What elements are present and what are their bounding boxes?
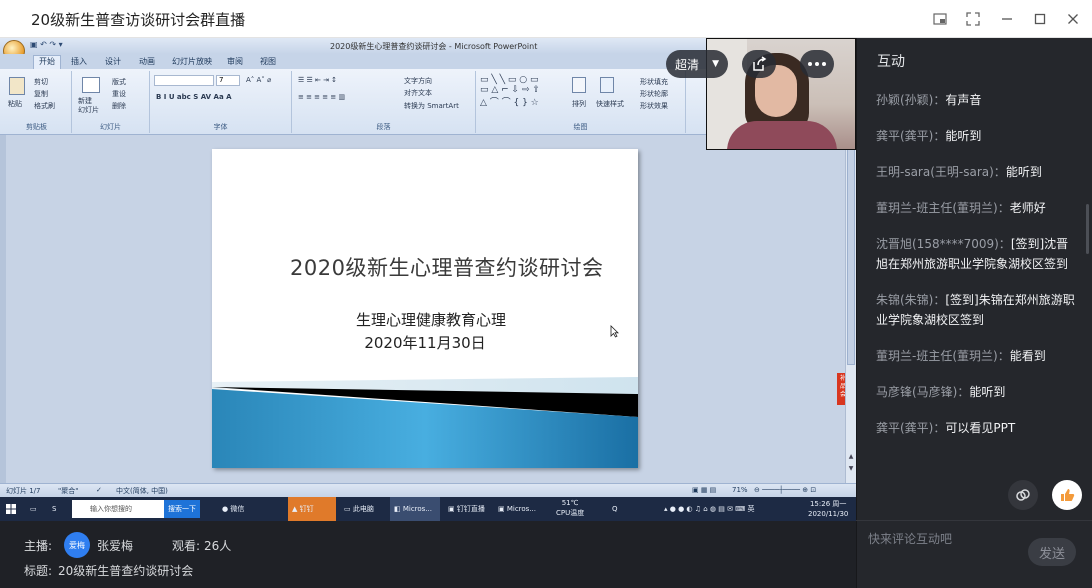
close-icon[interactable]	[1063, 9, 1083, 29]
chat-message: 孙颖(孙颖)：有声音	[876, 93, 982, 107]
taskbar-search-button: 搜索一下	[164, 500, 200, 518]
cpu-temperature: 51℃ CPU温度	[556, 499, 585, 517]
ppt-tab-view: 视图	[260, 57, 276, 66]
quick-styles-icon	[600, 77, 614, 93]
font-grow-icon: A˄ A˅ ⌀	[246, 76, 272, 84]
quality-selector[interactable]: 超清 ▼	[666, 50, 728, 78]
ppt-tab-design: 设计	[105, 57, 121, 66]
slide-number: 幻灯片 1/7	[6, 487, 41, 495]
ppt-tab-review: 审阅	[227, 57, 243, 66]
slide-date: 2020年11月30日	[364, 334, 486, 352]
host-label: 主播:	[24, 539, 53, 553]
font-name-box	[154, 75, 214, 86]
zoom-slider-icon: ⊖ ────┼──── ⊕ ⊡	[754, 486, 817, 494]
task-view-icon: ▭	[30, 505, 37, 513]
chat-message: 董玥兰-班主任(董玥兰)：能看到	[876, 349, 1046, 363]
list-icons: ☰ ☰ ⇤ ⇥ ↕	[298, 76, 338, 84]
ribbon-group-slides: 新建 幻灯片 版式 重设 删除 幻灯片	[72, 71, 150, 133]
system-tray-icons: ▴ ● ● ◐ ♫ ⌂ ◍ ▤ ✉ ⌨ 英	[664, 505, 755, 513]
paste-icon	[9, 77, 25, 95]
live-video[interactable]: 2020级新生心理普查约谈研讨会 - Microsoft PowerPoint …	[0, 38, 856, 521]
zoom-level: 71%	[732, 486, 748, 494]
ppt-statusbar: 幻灯片 1/7 "聚合" ✓ 中文(简体, 中国) ▣ ▦ ▤ 71% ⊖ ──…	[0, 483, 856, 497]
format-painter-label: 格式刷	[34, 102, 55, 110]
app-s-icon: S	[52, 505, 57, 513]
maximize-icon[interactable]	[1030, 9, 1050, 29]
like-icon[interactable]	[1052, 480, 1082, 510]
host-avatar: 爱梅	[64, 532, 90, 558]
presenter-camera	[706, 38, 856, 150]
viewers-label: 观看:	[172, 539, 201, 553]
chat-message: 王明-sara(王明-sara)：能听到	[876, 165, 1042, 179]
viewers-count: 26人	[204, 539, 232, 553]
taskbar-microsoft: ▣ Micros...	[498, 505, 537, 513]
ribbon-group-paragraph: ☰ ☰ ⇤ ⇥ ↕ ≡ ≡ ≡ ≡ ≡ ▥ 文字方向 对齐文本 转换为 Smar…	[292, 71, 476, 133]
taskbar-this-pc: ▭ 此电脑	[344, 505, 374, 513]
send-button[interactable]: 发送	[1028, 538, 1076, 566]
minimize-icon[interactable]	[997, 9, 1017, 29]
ppt-window-title: 2020级新生心理普查约谈研讨会 - Microsoft PowerPoint	[330, 42, 538, 51]
taskbar-dingtalk-live: ▣ 钉钉直播	[448, 505, 485, 513]
slide-title: 2020级新生心理普查约谈研讨会	[290, 256, 604, 280]
chat-message: 董玥兰-班主任(董玥兰)：老师好	[876, 201, 1046, 215]
taskbar-dingtalk: ▲ 钉钉	[288, 497, 336, 521]
copy-label: 复制	[34, 90, 48, 98]
chat-message: 龚平(龚平)：可以看见PPT	[876, 421, 1016, 435]
taskbar-wechat: ● 微信	[222, 505, 245, 513]
share-icon[interactable]	[742, 50, 776, 78]
window-titlebar: 20级新生普查访谈研讨会群直播	[0, 0, 1092, 38]
ppt-tab-slideshow: 幻灯片放映	[172, 57, 212, 66]
theme-name: "聚合"	[58, 487, 79, 495]
windows-taskbar: ▭ S 输入你想搜的 搜索一下 ● 微信 ▲ 钉钉 ▭ 此电脑 ◧ Micros…	[0, 497, 856, 521]
arrange-icon	[572, 77, 586, 93]
panel-title: 互动	[877, 54, 905, 70]
slide-subtitle: 生理心理健康教育心理	[355, 311, 506, 329]
caret-down-icon: ▼	[712, 59, 719, 69]
link-icon[interactable]	[1008, 480, 1038, 510]
topic-label: 标题:	[24, 564, 53, 578]
topic-text: 20级新生普查约谈研讨会	[58, 564, 194, 578]
picture-in-picture-icon[interactable]	[930, 9, 950, 29]
more-options-icon[interactable]	[800, 50, 834, 78]
shapes-gallery-icon: ▭ ╲ ╲ ▭ ○ ▭ ▭ △ ⌐ ⇩ ⇨ ⇧ △ ⌒ ⌒ { } ☆	[480, 75, 540, 108]
ppt-tab-animation: 动画	[139, 57, 155, 66]
align-icons: ≡ ≡ ≡ ≡ ≡ ▥	[298, 93, 346, 101]
chat-message: 朱锦(朱锦)：[签到]朱锦在郑州旅游职业学院象湖校区签到	[876, 293, 1075, 327]
quick-access-icons: ▣ ↶ ↷ ▾	[30, 40, 63, 49]
spellcheck-icon: ✓	[96, 486, 102, 494]
chat-message: 马彦锋(马彦锋)：能听到	[876, 385, 1006, 399]
mouse-cursor-icon	[610, 325, 619, 341]
new-slide-icon	[82, 77, 100, 93]
view-buttons-icon: ▣ ▦ ▤	[692, 486, 717, 494]
taskbar-powerpoint: ◧ Micros...	[390, 497, 440, 521]
app-q-icon: Q	[612, 505, 618, 513]
host-name: 张爱梅	[97, 539, 134, 553]
chat-message: 沈晋旭(158****7009)：[签到]沈晋旭在郑州旅游职业学院象湖校区签到	[876, 237, 1069, 271]
chat-message: 龚平(龚平)：能听到	[876, 129, 982, 143]
slide: 2020级新生心理普查约谈研讨会 生理心理健康教育心理 2020年11月30日	[212, 149, 638, 468]
panel-divider	[856, 520, 1092, 521]
ribbon-group-clipboard: 粘贴 剪切 复制 格式刷 剪贴板	[2, 71, 72, 133]
ppt-tab-insert: 插入	[71, 57, 87, 66]
font-size-box: 7	[216, 75, 240, 86]
slide-panel-strip	[0, 135, 6, 483]
font-style-icons: B I U abc S AV Aa A	[156, 93, 232, 101]
taskbar-search-input: 输入你想搜的	[72, 500, 164, 518]
ppt-vertical-scrollbar: ▲ ▲ ▼	[845, 135, 856, 483]
ribbon-group-font: 7 A˄ A˅ ⌀ B I U abc S AV Aa A 字体	[150, 71, 292, 133]
windows-start-icon	[2, 497, 20, 521]
language: 中文(简体, 中国)	[116, 487, 168, 495]
comment-input[interactable]: 快来评论互动吧	[868, 530, 952, 547]
live-info-bar: 主播: 爱梅 张爱梅 观看: 26人 标题: 20级新生普查约谈研讨会	[0, 521, 856, 588]
panel-scrollbar[interactable]	[1086, 204, 1089, 254]
fullscreen-icon[interactable]	[963, 9, 983, 29]
taskbar-clock: 15:26 周一 2020/11/30	[808, 500, 849, 518]
ribbon-group-drawing: ▭ ╲ ╲ ▭ ○ ▭ ▭ △ ⌐ ⇩ ⇨ ⇧ △ ⌒ ⌒ { } ☆ 排列 快速样…	[476, 71, 686, 133]
ppt-tab-home: 开始	[33, 55, 61, 69]
ppt-slide-workspace: 2020级新生心理普查约谈研讨会 生理心理健康教育心理 2020年11月30日 …	[0, 135, 856, 483]
window-title: 20级新生普查访谈研讨会群直播	[31, 11, 246, 29]
cut-label: 剪切	[34, 78, 48, 86]
